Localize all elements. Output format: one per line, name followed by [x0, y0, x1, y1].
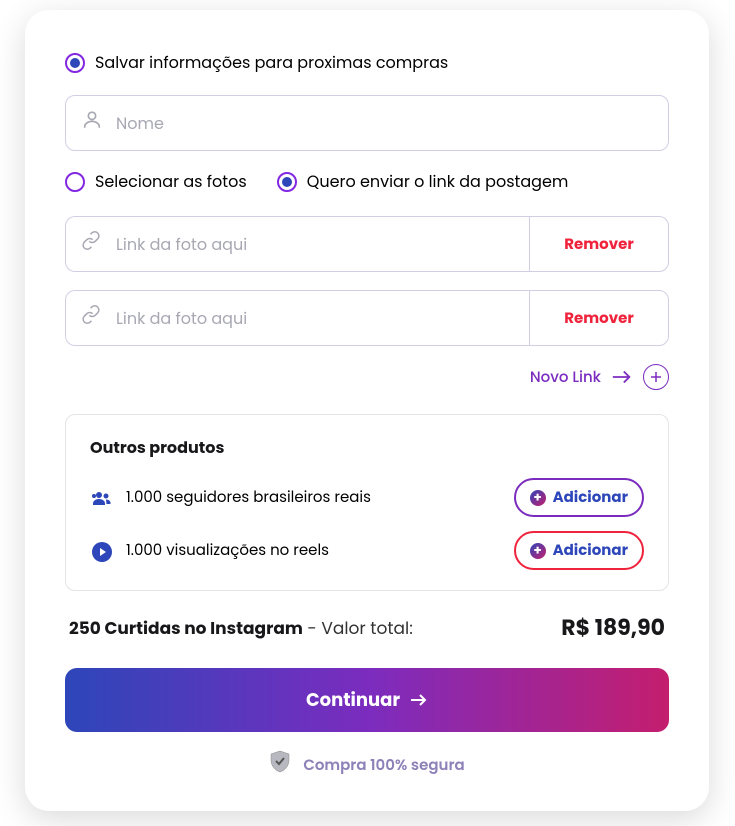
name-input-group — [65, 95, 669, 151]
product-row-views: 1.000 visualizações no reels + Adicionar — [90, 531, 644, 570]
user-icon — [81, 109, 103, 138]
product-text: 1.000 visualizações no reels — [126, 539, 329, 562]
total-row: 250 Curtidas no Instagram - Valor total:… — [65, 611, 669, 644]
plus-icon: + — [530, 543, 546, 559]
other-products-box: Outros produtos 1.000 seguidores brasile… — [65, 414, 669, 591]
send-link-radio[interactable]: Quero enviar o link da postagem — [277, 169, 569, 194]
remove-link-button-2[interactable]: Remover — [529, 290, 669, 346]
secure-purchase-label: Compra 100% segura — [303, 754, 464, 777]
continue-button[interactable]: Continuar — [65, 668, 669, 732]
remove-link-button-1[interactable]: Remover — [529, 216, 669, 272]
total-label: 250 Curtidas no Instagram - Valor total: — [69, 615, 413, 641]
checkout-card: Salvar informações para proximas compras… — [25, 10, 709, 811]
send-link-label: Quero enviar o link da postagem — [307, 169, 569, 194]
plus-icon: + — [530, 490, 546, 506]
select-photos-radio[interactable]: Selecionar as fotos — [65, 169, 247, 194]
save-info-radio-row[interactable]: Salvar informações para proximas compras — [65, 50, 669, 75]
play-icon — [90, 540, 112, 562]
secure-purchase-row: Compra 100% segura — [65, 750, 669, 781]
link-input-row-1: Remover — [65, 216, 669, 272]
radio-icon-unselected — [65, 172, 85, 192]
link-input-2[interactable] — [65, 290, 529, 346]
shield-check-icon — [269, 750, 291, 781]
plus-circle-icon — [643, 364, 669, 390]
link-input-row-2: Remover — [65, 290, 669, 346]
product-text: 1.000 seguidores brasileiros reais — [126, 486, 371, 509]
product-row-followers: 1.000 seguidores brasileiros reais + Adi… — [90, 478, 644, 517]
photo-method-radios: Selecionar as fotos Quero enviar o link … — [65, 169, 669, 194]
arrow-right-icon — [410, 693, 428, 707]
add-followers-button[interactable]: + Adicionar — [514, 478, 644, 517]
total-price: R$ 189,90 — [561, 611, 665, 644]
select-photos-label: Selecionar as fotos — [95, 169, 247, 194]
new-link-button[interactable]: Novo Link — [65, 364, 669, 390]
arrow-right-icon — [611, 370, 633, 384]
name-input[interactable] — [65, 95, 669, 151]
new-link-label: Novo Link — [530, 366, 601, 389]
save-info-label: Salvar informações para proximas compras — [95, 50, 448, 75]
link-input-1[interactable] — [65, 216, 529, 272]
radio-icon-selected — [65, 53, 85, 73]
radio-icon-selected — [277, 172, 297, 192]
add-views-button[interactable]: + Adicionar — [514, 531, 644, 570]
link-icon — [81, 231, 101, 258]
followers-icon — [90, 487, 112, 509]
link-icon — [81, 305, 101, 332]
other-products-title: Outros produtos — [90, 435, 644, 460]
